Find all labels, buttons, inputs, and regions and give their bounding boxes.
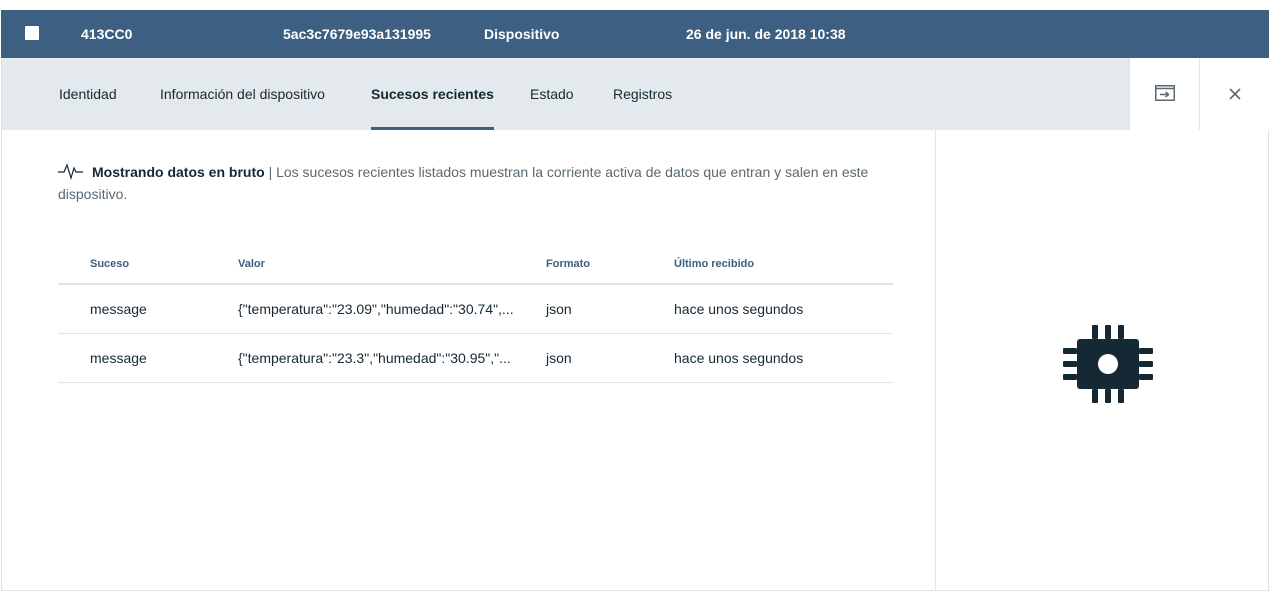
device-identifier-cell: 5ac3c7679e93a131995 bbox=[283, 26, 431, 42]
device-type-cell: Dispositivo bbox=[484, 26, 560, 42]
raw-data-notice: Mostrando datos en bruto | Los sucesos r… bbox=[58, 161, 878, 205]
device-avatar bbox=[1060, 316, 1156, 412]
column-header-event[interactable]: Suceso bbox=[58, 244, 238, 285]
event-cell: message bbox=[58, 333, 238, 383]
tab-estado[interactable]: Estado bbox=[530, 58, 574, 130]
table-row[interactable]: message {"temperatura":"23.09","humedad"… bbox=[58, 284, 893, 334]
received-cell: hace unos segundos bbox=[674, 333, 893, 383]
pulse-icon bbox=[58, 163, 83, 180]
tab-bar: Identidad Información del dispositivo Su… bbox=[2, 58, 1269, 130]
value-cell: {"temperatura":"23.3","humedad":"30.95",… bbox=[238, 333, 546, 383]
events-table: Suceso Valor Formato Último recibido mes… bbox=[58, 244, 893, 383]
tab-informacion-dispositivo[interactable]: Información del dispositivo bbox=[160, 58, 325, 130]
expand-panel-icon bbox=[1155, 85, 1175, 101]
notice-title: Mostrando datos en bruto bbox=[92, 164, 265, 180]
format-cell: json bbox=[546, 284, 674, 334]
close-panel-button[interactable] bbox=[1199, 58, 1269, 130]
format-cell: json bbox=[546, 333, 674, 383]
recent-events-content: Mostrando datos en bruto | Los sucesos r… bbox=[2, 130, 935, 590]
expand-panel-button[interactable] bbox=[1129, 58, 1199, 130]
table-row[interactable]: message {"temperatura":"23.3","humedad":… bbox=[58, 333, 893, 383]
tab-sucesos-recientes[interactable]: Sucesos recientes bbox=[371, 58, 494, 130]
column-header-value[interactable]: Valor bbox=[238, 244, 546, 285]
device-date-cell: 26 de jun. de 2018 10:38 bbox=[686, 26, 846, 42]
column-header-format[interactable]: Formato bbox=[546, 244, 674, 285]
received-cell: hace unos segundos bbox=[674, 284, 893, 334]
value-text: {"temperatura":"23.09","humedad":"30.74"… bbox=[238, 300, 514, 317]
row-checkbox[interactable] bbox=[25, 26, 39, 40]
tab-registros[interactable]: Registros bbox=[613, 58, 672, 130]
tab-identidad[interactable]: Identidad bbox=[59, 58, 117, 130]
event-cell: message bbox=[58, 284, 238, 334]
value-text: {"temperatura":"23.3","humedad":"30.95",… bbox=[238, 349, 511, 366]
table-header-row: Suceso Valor Formato Último recibido bbox=[58, 244, 893, 285]
column-header-last-received[interactable]: Último recibido bbox=[674, 244, 893, 285]
chip-icon bbox=[1063, 325, 1153, 403]
device-id-cell: 413CC0 bbox=[81, 26, 133, 42]
notice-separator: | bbox=[268, 164, 273, 180]
device-detail-panel: Identidad Información del dispositivo Su… bbox=[1, 58, 1269, 591]
device-side-panel bbox=[935, 130, 1268, 590]
close-icon bbox=[1229, 88, 1241, 100]
device-row-header[interactable]: 413CC0 5ac3c7679e93a131995 Dispositivo 2… bbox=[1, 10, 1269, 58]
value-cell: {"temperatura":"23.09","humedad":"30.74"… bbox=[238, 284, 546, 334]
